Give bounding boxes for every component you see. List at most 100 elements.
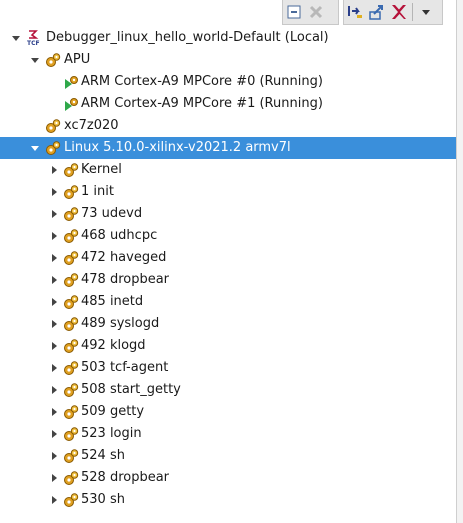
- tree-item-process[interactable]: 1 init: [0, 181, 463, 203]
- gear-icon: [63, 426, 79, 442]
- tree-item-label: Debugger_linux_hello_world-Default (Loca…: [46, 30, 329, 45]
- tree-item-label: 492 klogd: [81, 338, 146, 353]
- expand-toggle[interactable]: [48, 450, 60, 462]
- expand-toggle[interactable]: [48, 362, 60, 374]
- chevron-right-icon: [52, 188, 57, 196]
- tree-item-process[interactable]: 523 login: [0, 423, 463, 445]
- tree-item-process[interactable]: 509 getty: [0, 401, 463, 423]
- view-menu-button[interactable]: [415, 1, 437, 23]
- svg-text:TCF: TCF: [27, 40, 40, 46]
- tree-item-label: 508 start_getty: [81, 382, 181, 397]
- tree-item-process[interactable]: 508 start_getty: [0, 379, 463, 401]
- chevron-down-icon: [31, 58, 39, 63]
- tree-item-label: ARM Cortex-A9 MPCore #1 (Running): [81, 96, 323, 111]
- remove-all-button[interactable]: [305, 1, 327, 23]
- chevron-right-icon: [52, 342, 57, 350]
- expand-toggle[interactable]: [48, 186, 60, 198]
- chevron-right-icon: [52, 254, 57, 262]
- gear-icon: [63, 448, 79, 464]
- gear-icon: [63, 404, 79, 420]
- tree-item-root[interactable]: TCF Debugger_linux_hello_world-Default (…: [0, 27, 463, 49]
- expand-toggle[interactable]: [48, 384, 60, 396]
- expand-toggle[interactable]: [48, 428, 60, 440]
- expand-toggle[interactable]: [48, 274, 60, 286]
- tree-item-process[interactable]: 524 sh: [0, 445, 463, 467]
- chevron-right-icon: [52, 496, 57, 504]
- expand-toggle[interactable]: [48, 230, 60, 242]
- view-toolbar: [0, 0, 463, 26]
- expand-toggle[interactable]: [48, 494, 60, 506]
- chevron-right-icon: [52, 276, 57, 284]
- chevron-right-icon: [52, 298, 57, 306]
- gear-icon: [63, 184, 79, 200]
- step-return-button[interactable]: [366, 1, 388, 23]
- tree-item-label: 485 inetd: [81, 294, 144, 309]
- tree-item-label: 478 dropbear: [81, 272, 170, 287]
- gear-icon: [63, 338, 79, 354]
- expand-toggle[interactable]: [48, 208, 60, 220]
- toolbar-group-right: [343, 0, 443, 25]
- expand-toggle[interactable]: [48, 340, 60, 352]
- tree-item-label: xc7z020: [64, 118, 119, 133]
- chevron-right-icon: [52, 364, 57, 372]
- tree-item-label: APU: [64, 52, 91, 67]
- gear-icon: [63, 360, 79, 376]
- gear-icon: [63, 228, 79, 244]
- tree-item-linux[interactable]: Linux 5.10.0-xilinx-v2021.2 armv7l: [0, 137, 463, 159]
- tree-item-core[interactable]: ARM Cortex-A9 MPCore #1 (Running): [0, 93, 463, 115]
- tree-item-process[interactable]: 492 klogd: [0, 335, 463, 357]
- xilinx-logo-icon: [392, 5, 406, 19]
- tcf-icon: TCF: [27, 30, 43, 46]
- step-into-button[interactable]: [344, 1, 366, 23]
- expand-toggle[interactable]: [48, 296, 60, 308]
- tree-item-process[interactable]: 503 tcf-agent: [0, 357, 463, 379]
- tree-item-label: 468 udhcpc: [81, 228, 158, 243]
- gear-icon: [45, 118, 61, 134]
- step-into-icon: [348, 6, 362, 18]
- tree-item-process[interactable]: 472 haveged: [0, 247, 463, 269]
- tree-item-label: 472 haveged: [81, 250, 167, 265]
- tree-item-process[interactable]: 489 syslogd: [0, 313, 463, 335]
- tree-item-label: 530 sh: [81, 492, 125, 507]
- tree-item-apu[interactable]: APU: [0, 49, 463, 71]
- tree-item-core[interactable]: ARM Cortex-A9 MPCore #0 (Running): [0, 71, 463, 93]
- gear-icon: [45, 140, 61, 156]
- expand-toggle[interactable]: [48, 472, 60, 484]
- expand-toggle[interactable]: [29, 142, 41, 154]
- debug-tree: TCF Debugger_linux_hello_world-Default (…: [0, 27, 463, 511]
- chevron-right-icon: [52, 210, 57, 218]
- tree-item-label: 523 login: [81, 426, 142, 441]
- gear-icon: [63, 382, 79, 398]
- expand-toggle[interactable]: [48, 252, 60, 264]
- chevron-right-icon: [52, 320, 57, 328]
- expand-toggle[interactable]: [48, 406, 60, 418]
- tree-item-label: 528 dropbear: [81, 470, 170, 485]
- chevron-down-icon: [31, 146, 39, 151]
- chevron-right-icon: [52, 166, 57, 174]
- expand-toggle[interactable]: [29, 54, 41, 66]
- expand-toggle[interactable]: [48, 318, 60, 330]
- remove-all-icon: [309, 5, 323, 19]
- tree-item-target[interactable]: xc7z020: [0, 115, 463, 137]
- tree-item-label: 489 syslogd: [81, 316, 160, 331]
- process-list: Kernel 1 init 73 udevd 468 udhcpc 472 ha…: [0, 159, 463, 511]
- xilinx-button[interactable]: [388, 1, 410, 23]
- tree-item-label: 73 udevd: [81, 206, 143, 221]
- tree-item-label: Kernel: [81, 162, 122, 177]
- gear-icon: [45, 52, 61, 68]
- chevron-down-icon: [422, 10, 430, 15]
- tree-item-process[interactable]: Kernel: [0, 159, 463, 181]
- step-return-icon: [369, 5, 383, 20]
- tree-item-process[interactable]: 485 inetd: [0, 291, 463, 313]
- tree-item-process[interactable]: 528 dropbear: [0, 467, 463, 489]
- expand-toggle[interactable]: [48, 164, 60, 176]
- tree-item-process[interactable]: 530 sh: [0, 489, 463, 511]
- collapse-all-button[interactable]: [283, 1, 305, 23]
- expand-toggle[interactable]: [10, 32, 22, 44]
- chevron-right-icon: [52, 386, 57, 394]
- chevron-right-icon: [52, 474, 57, 482]
- tree-item-process[interactable]: 73 udevd: [0, 203, 463, 225]
- gear-icon: [63, 272, 79, 288]
- tree-item-process[interactable]: 478 dropbear: [0, 269, 463, 291]
- tree-item-process[interactable]: 468 udhcpc: [0, 225, 463, 247]
